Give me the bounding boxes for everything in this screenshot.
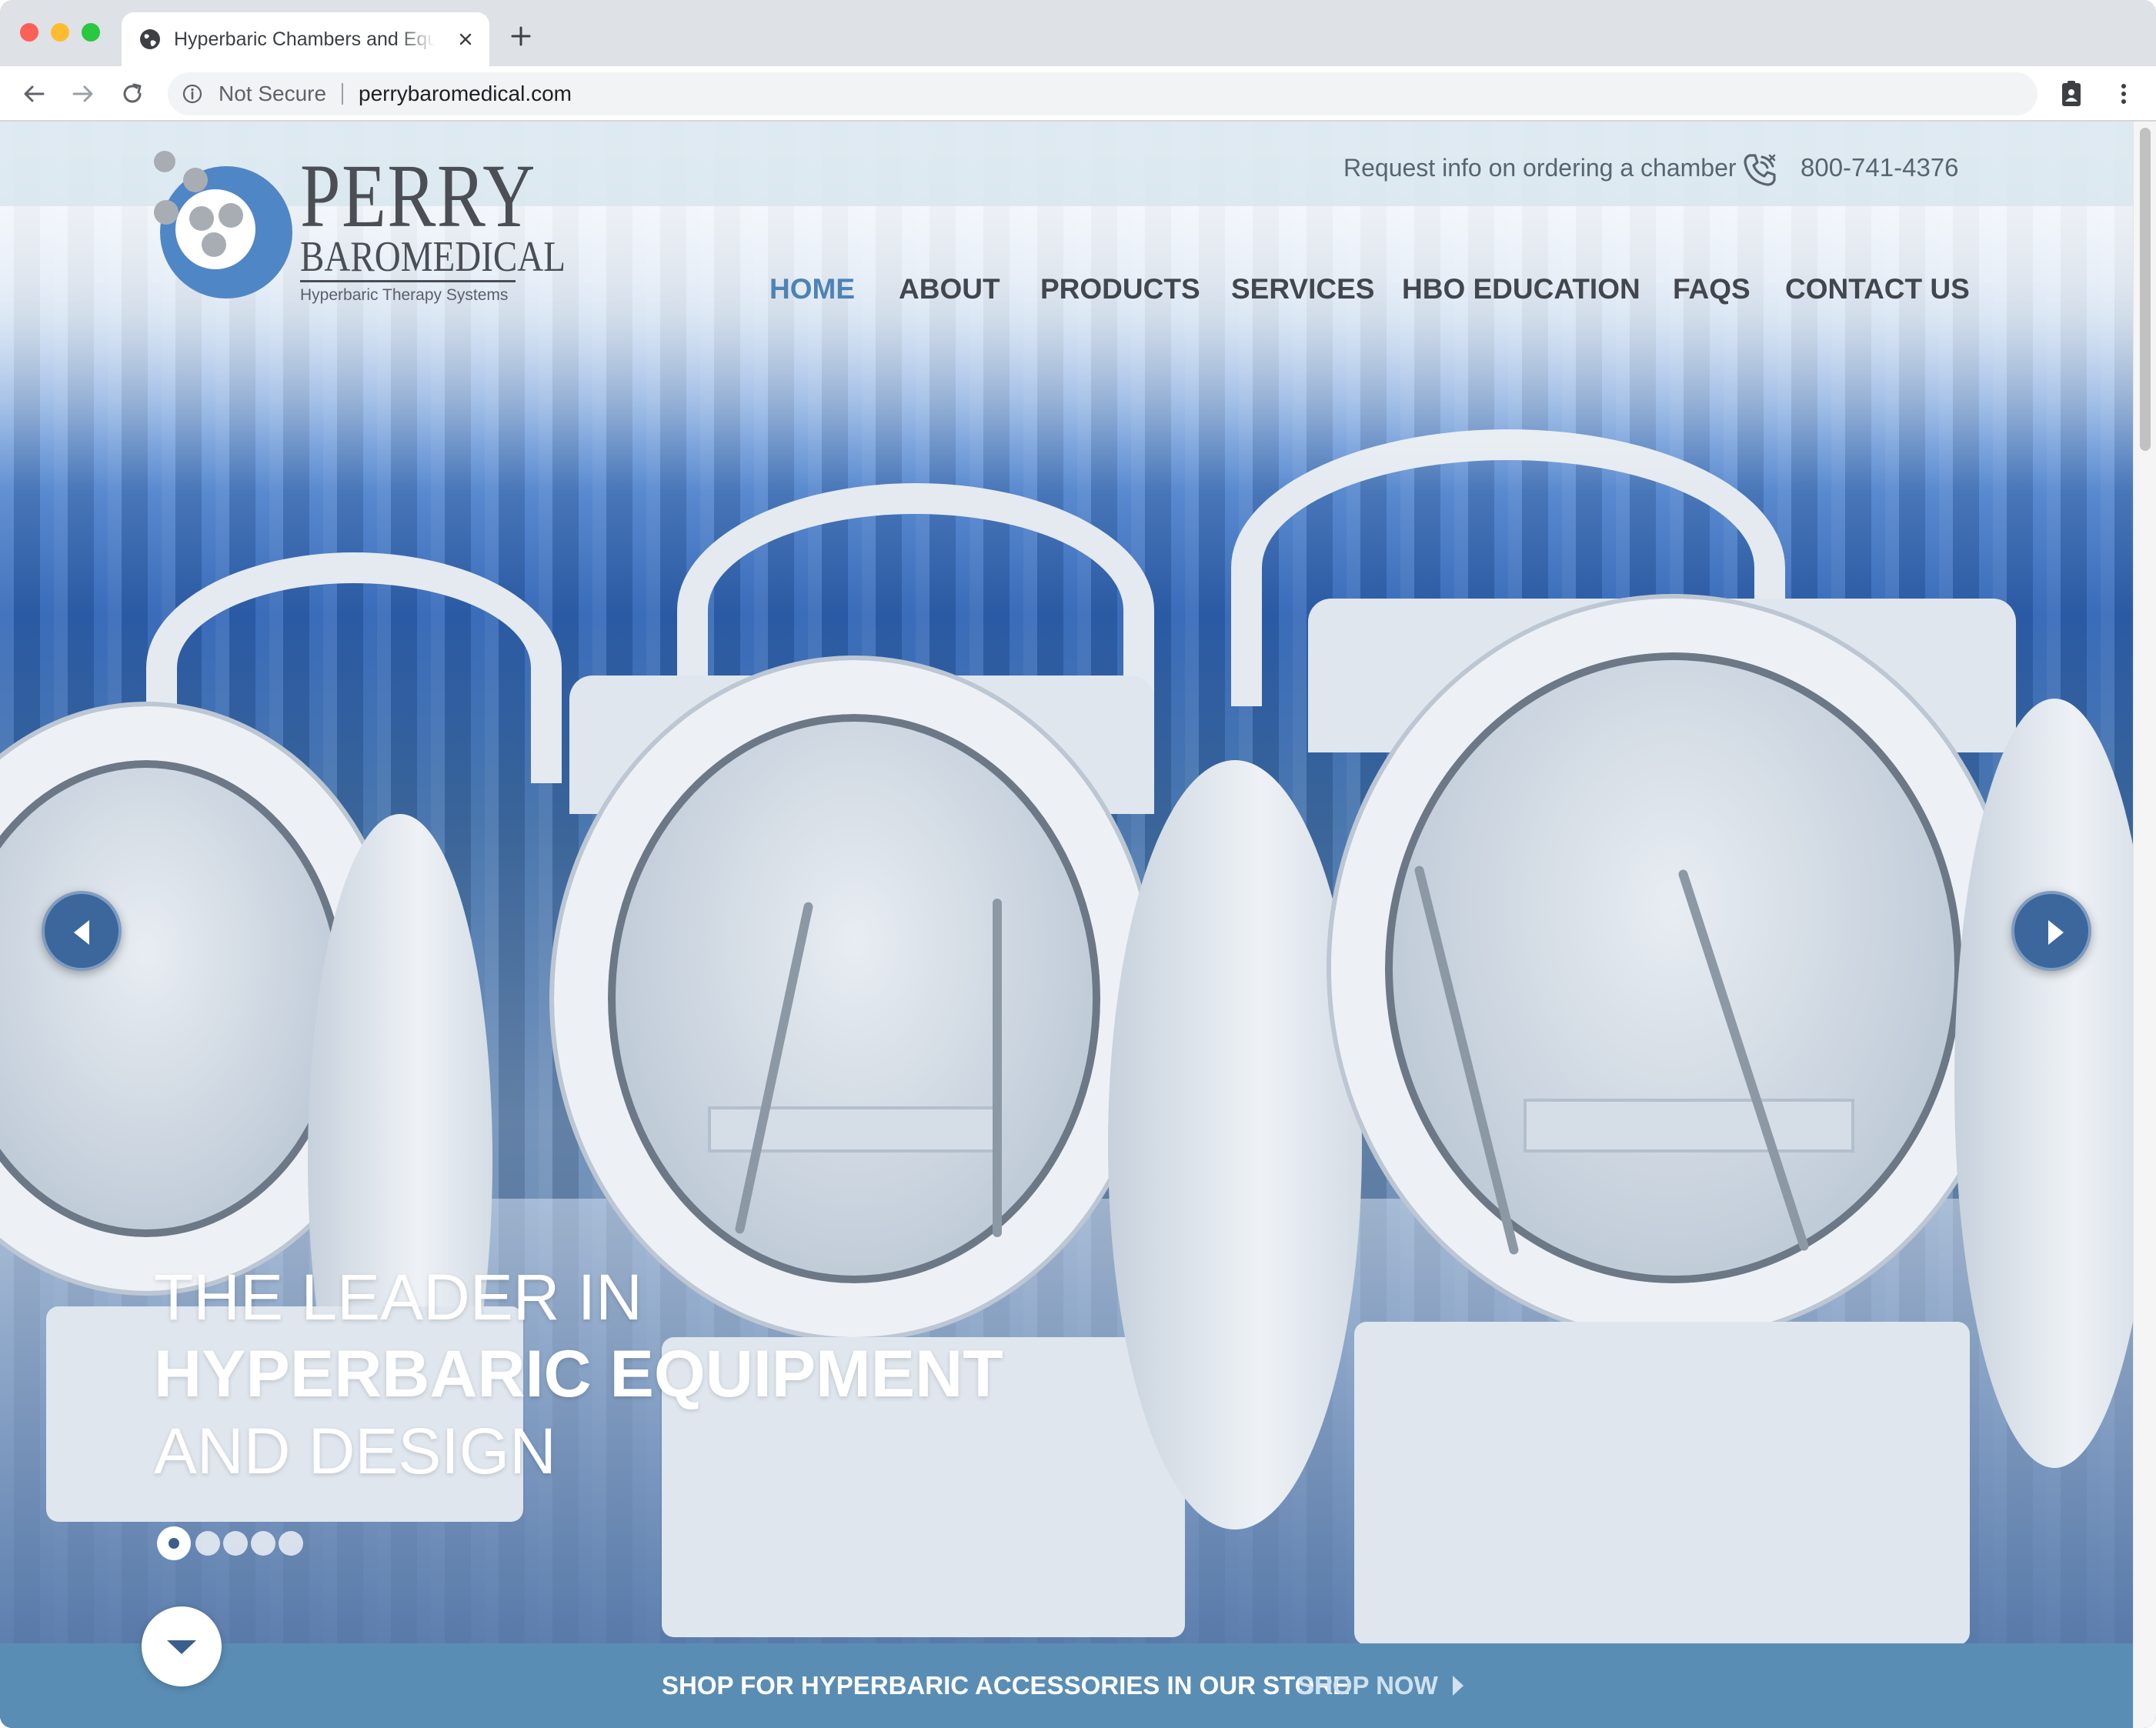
shop-now-link[interactable]: SHOP NOW xyxy=(1297,1643,1438,1728)
minimize-window-button[interactable] xyxy=(51,23,69,42)
site-logo[interactable]: PERRY BAROMEDICAL Hyperbaric Therapy Sys… xyxy=(151,149,566,326)
chamber-base xyxy=(1354,1322,1970,1645)
chevron-down-icon xyxy=(167,1640,196,1654)
url-separator xyxy=(342,83,343,105)
request-info-link[interactable]: Request info on ordering a chamber xyxy=(1343,145,1737,191)
scroll-down-button[interactable] xyxy=(142,1606,222,1686)
chamber-door xyxy=(1108,760,1362,1530)
shop-banner[interactable]: SHOP FOR HYPERBARIC ACCESSORIES IN OUR S… xyxy=(0,1643,2133,1728)
page-viewport: PERRY BAROMEDICAL Hyperbaric Therapy Sys… xyxy=(0,122,2156,1728)
caret-right-icon xyxy=(1453,1676,1463,1696)
hero-headline-line2: HYPERBARIC EQUIPMENT xyxy=(154,1337,1003,1411)
chevron-right-icon xyxy=(2048,920,2064,945)
slider-dot[interactable] xyxy=(251,1531,275,1556)
nav-services[interactable]: SERVICES xyxy=(1231,259,1374,320)
chamber-ring xyxy=(1331,599,2016,1337)
browser-toolbar: Not Secure perrybaromedical.com xyxy=(0,66,2156,122)
reload-icon[interactable] xyxy=(118,80,146,108)
shop-banner-text[interactable]: SHOP FOR HYPERBARIC ACCESSORIES IN OUR S… xyxy=(662,1643,1350,1728)
back-arrow-icon[interactable] xyxy=(20,80,48,108)
chevron-left-icon xyxy=(74,920,89,945)
chamber-tray xyxy=(708,1106,1000,1153)
globe-icon xyxy=(140,29,160,49)
nav-hbo-education[interactable]: HBO EDUCATION xyxy=(1402,259,1640,320)
slider-dot[interactable] xyxy=(157,1526,191,1560)
slider-next-button[interactable] xyxy=(2011,891,2091,971)
slider-dot[interactable] xyxy=(195,1531,220,1556)
logo-rule xyxy=(300,280,516,282)
address-bar[interactable]: Not Secure perrybaromedical.com xyxy=(168,72,2038,115)
info-icon[interactable] xyxy=(182,83,203,105)
nav-about[interactable]: ABOUT xyxy=(899,259,1000,320)
security-label[interactable]: Not Secure xyxy=(219,72,326,115)
hero-headline: THE LEADER IN HYPERBARIC EQUIPMENT AND D… xyxy=(154,1260,1077,1488)
kebab-menu-icon[interactable] xyxy=(2108,78,2139,109)
page-scrollbar[interactable] xyxy=(2133,122,2156,1728)
logo-name-line2: BAROMEDICAL xyxy=(300,233,566,281)
slider-prev-button[interactable] xyxy=(42,891,122,971)
logo-name-line1: PERRY xyxy=(300,145,537,246)
chamber-ring xyxy=(554,660,1154,1337)
hero-headline-line1: THE LEADER IN xyxy=(154,1261,642,1333)
forward-arrow-icon[interactable] xyxy=(69,80,97,108)
logo-tagline: Hyperbaric Therapy Systems xyxy=(300,286,509,304)
tab-title: Hyperbaric Chambers and Equipment xyxy=(174,26,436,52)
hero-headline-line3: AND DESIGN xyxy=(154,1415,556,1487)
nav-contact-us[interactable]: CONTACT US xyxy=(1785,259,1970,320)
browser-tab[interactable]: Hyperbaric Chambers and Equipment xyxy=(122,12,489,66)
nav-home[interactable]: HOME xyxy=(769,259,855,320)
url-text[interactable]: perrybaromedical.com xyxy=(359,72,572,115)
slider-dot[interactable] xyxy=(279,1531,303,1556)
nav-faqs[interactable]: FAQS xyxy=(1673,259,1750,320)
zoom-window-button[interactable] xyxy=(82,23,100,42)
chamber-rod xyxy=(993,899,1002,1237)
browser-window: Hyperbaric Chambers and Equipment xyxy=(0,0,2156,1728)
chamber-door xyxy=(1954,699,2154,1468)
plus-icon[interactable] xyxy=(508,23,534,49)
phone-number-link[interactable]: 800-741-4376 xyxy=(1801,145,1959,191)
nav-products[interactable]: PRODUCTS xyxy=(1040,259,1200,320)
scrollbar-thumb[interactable] xyxy=(2140,128,2151,451)
tab-strip: Hyperbaric Chambers and Equipment xyxy=(0,0,2156,66)
logo-mark-icon xyxy=(154,151,292,299)
phone-icon[interactable] xyxy=(1742,152,1777,188)
hero-slider: PERRY BAROMEDICAL Hyperbaric Therapy Sys… xyxy=(0,122,2154,1728)
slider-dot[interactable] xyxy=(223,1531,248,1556)
chamber-tray xyxy=(1524,1099,1854,1153)
close-icon[interactable] xyxy=(454,28,477,51)
extension-icon[interactable] xyxy=(2054,77,2088,111)
close-window-button[interactable] xyxy=(20,23,38,42)
